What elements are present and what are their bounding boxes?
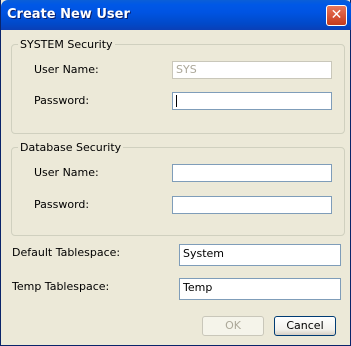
system-password-field[interactable] <box>172 92 332 110</box>
title-bar[interactable]: Create New User ✕ <box>1 0 351 30</box>
system-username-field[interactable]: SYS <box>172 61 332 79</box>
database-security-legend: Database Security <box>18 141 124 154</box>
system-security-legend: SYSTEM Security <box>18 38 115 51</box>
temp-tablespace-label: Temp Tablespace: <box>12 280 110 293</box>
ok-button[interactable]: OK <box>202 316 264 336</box>
system-security-group: SYSTEM Security User Name: SYS Password: <box>11 38 345 134</box>
database-password-field[interactable] <box>172 196 332 214</box>
text-cursor <box>176 95 177 107</box>
database-username-label: User Name: <box>34 166 99 179</box>
close-button[interactable]: ✕ <box>326 5 347 26</box>
default-tablespace-field[interactable]: System <box>179 244 341 266</box>
close-icon: ✕ <box>330 7 343 23</box>
system-password-label: Password: <box>34 94 90 107</box>
temp-tablespace-field[interactable]: Temp <box>179 278 341 300</box>
database-password-label: Password: <box>34 198 90 211</box>
default-tablespace-label: Default Tablespace: <box>12 246 121 259</box>
dialog-body: SYSTEM Security User Name: SYS Password:… <box>4 30 347 342</box>
system-username-label: User Name: <box>34 63 99 76</box>
cancel-button[interactable]: Cancel <box>274 316 336 336</box>
database-username-field[interactable] <box>172 164 332 182</box>
database-security-group: Database Security User Name: Password: <box>11 141 345 236</box>
create-user-dialog: Create New User ✕ SYSTEM Security User N… <box>0 0 351 346</box>
window-title: Create New User <box>7 7 130 22</box>
